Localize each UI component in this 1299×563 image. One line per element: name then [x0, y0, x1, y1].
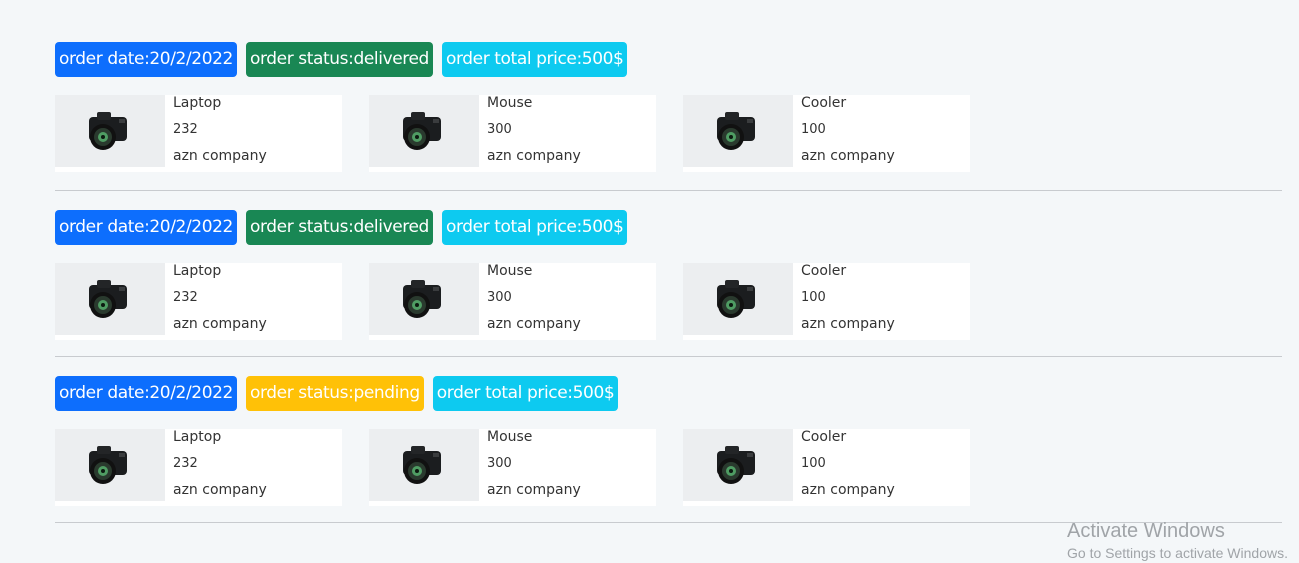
- product-image: [55, 95, 165, 167]
- order-date-badge: order date:20/2/2022: [55, 376, 237, 411]
- product-company: azn company: [801, 482, 895, 498]
- activate-windows-watermark: Activate Windows Go to Settings to activ…: [1067, 519, 1288, 563]
- product-name: Cooler: [801, 263, 847, 279]
- product-info: Laptop 232 azn company: [165, 95, 267, 172]
- order-item-card[interactable]: Mouse 300 azn company: [369, 95, 656, 172]
- product-company: azn company: [173, 482, 267, 498]
- product-price: 232: [173, 290, 198, 305]
- product-info: Cooler 100 azn company: [793, 95, 895, 172]
- product-price: 100: [801, 456, 826, 471]
- watermark-title: Activate Windows: [1067, 520, 1225, 542]
- product-price: 300: [487, 122, 512, 137]
- order-item-card[interactable]: Mouse 300 azn company: [369, 263, 656, 340]
- product-info: Laptop 232 azn company: [165, 263, 267, 340]
- product-image: [369, 95, 479, 167]
- product-company: azn company: [801, 316, 895, 332]
- camera-icon: [403, 112, 441, 150]
- product-company: azn company: [173, 316, 267, 332]
- orders-list: order date:20/2/2022 order status:delive…: [55, 0, 1282, 523]
- product-info: Mouse 300 azn company: [479, 95, 581, 172]
- order-total-badge: order total price:500$: [432, 376, 619, 411]
- product-image: [683, 95, 793, 167]
- product-name: Laptop: [173, 95, 222, 111]
- order-items: Laptop 232 azn company Mouse 300 azn com…: [55, 263, 970, 340]
- order-card: order date:20/2/2022 order status:delive…: [55, 191, 1282, 357]
- camera-icon: [403, 280, 441, 318]
- product-company: azn company: [487, 316, 581, 332]
- order-card: order date:20/2/2022 order status:delive…: [55, 0, 1282, 191]
- product-name: Laptop: [173, 263, 222, 279]
- product-info: Laptop 232 azn company: [165, 429, 267, 506]
- order-status-badge: order status:delivered: [245, 42, 433, 77]
- order-total-badge: order total price:500$: [441, 210, 628, 245]
- order-items: Laptop 232 azn company Mouse 300 azn com…: [55, 429, 970, 506]
- order-total-badge: order total price:500$: [441, 42, 628, 77]
- product-price: 300: [487, 456, 512, 471]
- order-status-badge: order status:pending: [245, 376, 424, 411]
- product-info: Cooler 100 azn company: [793, 263, 895, 340]
- product-name: Mouse: [487, 263, 533, 279]
- order-date-badge: order date:20/2/2022: [55, 42, 237, 77]
- order-status-badge: order status:delivered: [245, 210, 433, 245]
- product-image: [683, 263, 793, 335]
- order-card: order date:20/2/2022 order status:pendin…: [55, 357, 1282, 523]
- camera-icon: [717, 112, 755, 150]
- order-item-card[interactable]: Cooler 100 azn company: [683, 95, 970, 172]
- watermark-subtitle: Go to Settings to activate Windows.: [1067, 545, 1288, 561]
- product-image: [55, 429, 165, 501]
- product-company: azn company: [487, 148, 581, 164]
- order-badges: order date:20/2/2022 order status:delive…: [55, 210, 628, 245]
- order-item-card[interactable]: Cooler 100 azn company: [683, 263, 970, 340]
- product-info: Mouse 300 azn company: [479, 429, 581, 506]
- order-item-card[interactable]: Mouse 300 azn company: [369, 429, 656, 506]
- order-date-badge: order date:20/2/2022: [55, 210, 237, 245]
- product-company: azn company: [487, 482, 581, 498]
- order-badges: order date:20/2/2022 order status:pendin…: [55, 376, 619, 411]
- order-item-card[interactable]: Laptop 232 azn company: [55, 429, 342, 506]
- camera-icon: [89, 446, 127, 484]
- camera-icon: [717, 280, 755, 318]
- product-info: Mouse 300 azn company: [479, 263, 581, 340]
- camera-icon: [403, 446, 441, 484]
- product-company: azn company: [173, 148, 267, 164]
- camera-icon: [89, 112, 127, 150]
- product-image: [55, 263, 165, 335]
- product-info: Cooler 100 azn company: [793, 429, 895, 506]
- order-item-card[interactable]: Cooler 100 azn company: [683, 429, 970, 506]
- product-company: azn company: [801, 148, 895, 164]
- product-image: [369, 429, 479, 501]
- product-price: 232: [173, 122, 198, 137]
- product-price: 100: [801, 290, 826, 305]
- product-price: 232: [173, 456, 198, 471]
- product-name: Cooler: [801, 429, 847, 445]
- order-item-card[interactable]: Laptop 232 azn company: [55, 95, 342, 172]
- product-image: [683, 429, 793, 501]
- product-price: 300: [487, 290, 512, 305]
- product-image: [369, 263, 479, 335]
- order-item-card[interactable]: Laptop 232 azn company: [55, 263, 342, 340]
- camera-icon: [89, 280, 127, 318]
- product-name: Mouse: [487, 95, 533, 111]
- product-name: Laptop: [173, 429, 222, 445]
- product-name: Mouse: [487, 429, 533, 445]
- order-items: Laptop 232 azn company Mouse 300 azn com…: [55, 95, 970, 172]
- product-name: Cooler: [801, 95, 847, 111]
- order-badges: order date:20/2/2022 order status:delive…: [55, 42, 628, 77]
- product-price: 100: [801, 122, 826, 137]
- camera-icon: [717, 446, 755, 484]
